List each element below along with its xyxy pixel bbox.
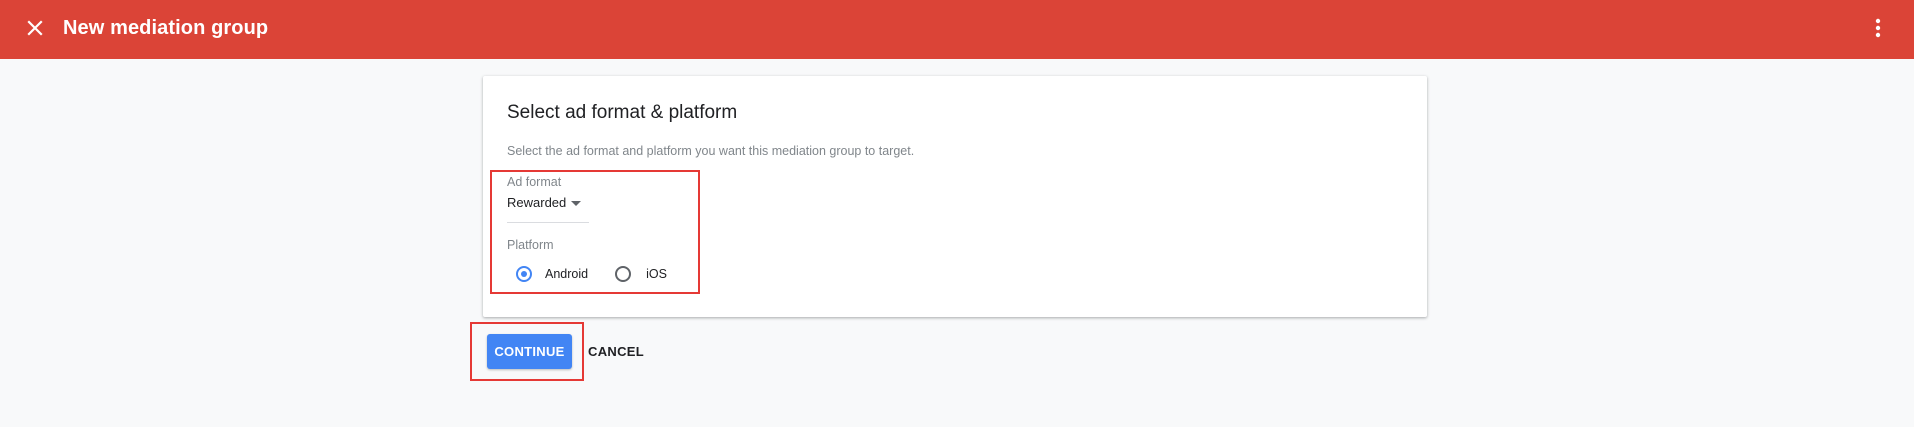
- more-options-button[interactable]: [1866, 14, 1890, 42]
- cancel-button[interactable]: CANCEL: [582, 334, 648, 369]
- ad-format-label: Ad format: [507, 175, 562, 189]
- radio-checked-icon[interactable]: [516, 266, 532, 282]
- radio-label-ios: iOS: [646, 267, 667, 281]
- more-vert-icon: [1875, 18, 1881, 38]
- radio-dot-icon: [521, 271, 527, 277]
- app-header: New mediation group: [0, 0, 1914, 59]
- close-button[interactable]: [22, 15, 48, 41]
- continue-button[interactable]: CONTINUE: [487, 334, 572, 369]
- dropdown-arrow-icon: [571, 201, 581, 206]
- radio-option-ios[interactable]: iOS: [615, 266, 667, 282]
- card-description: Select the ad format and platform you wa…: [507, 144, 915, 158]
- platform-radio-group: Android iOS: [516, 262, 667, 286]
- card-title: Select ad format & platform: [507, 102, 738, 123]
- close-icon: [27, 20, 43, 36]
- radio-unchecked-icon[interactable]: [615, 266, 632, 282]
- radio-label-android: Android: [545, 267, 589, 281]
- ad-format-dropdown[interactable]: Rewarded: [507, 195, 589, 223]
- ad-format-platform-card: Select ad format & platform Select the a…: [483, 76, 1427, 317]
- radio-option-android[interactable]: Android: [516, 266, 588, 282]
- ad-format-selected-value: Rewarded: [507, 195, 567, 210]
- platform-label: Platform: [507, 238, 554, 252]
- page-title: New mediation group: [63, 17, 269, 39]
